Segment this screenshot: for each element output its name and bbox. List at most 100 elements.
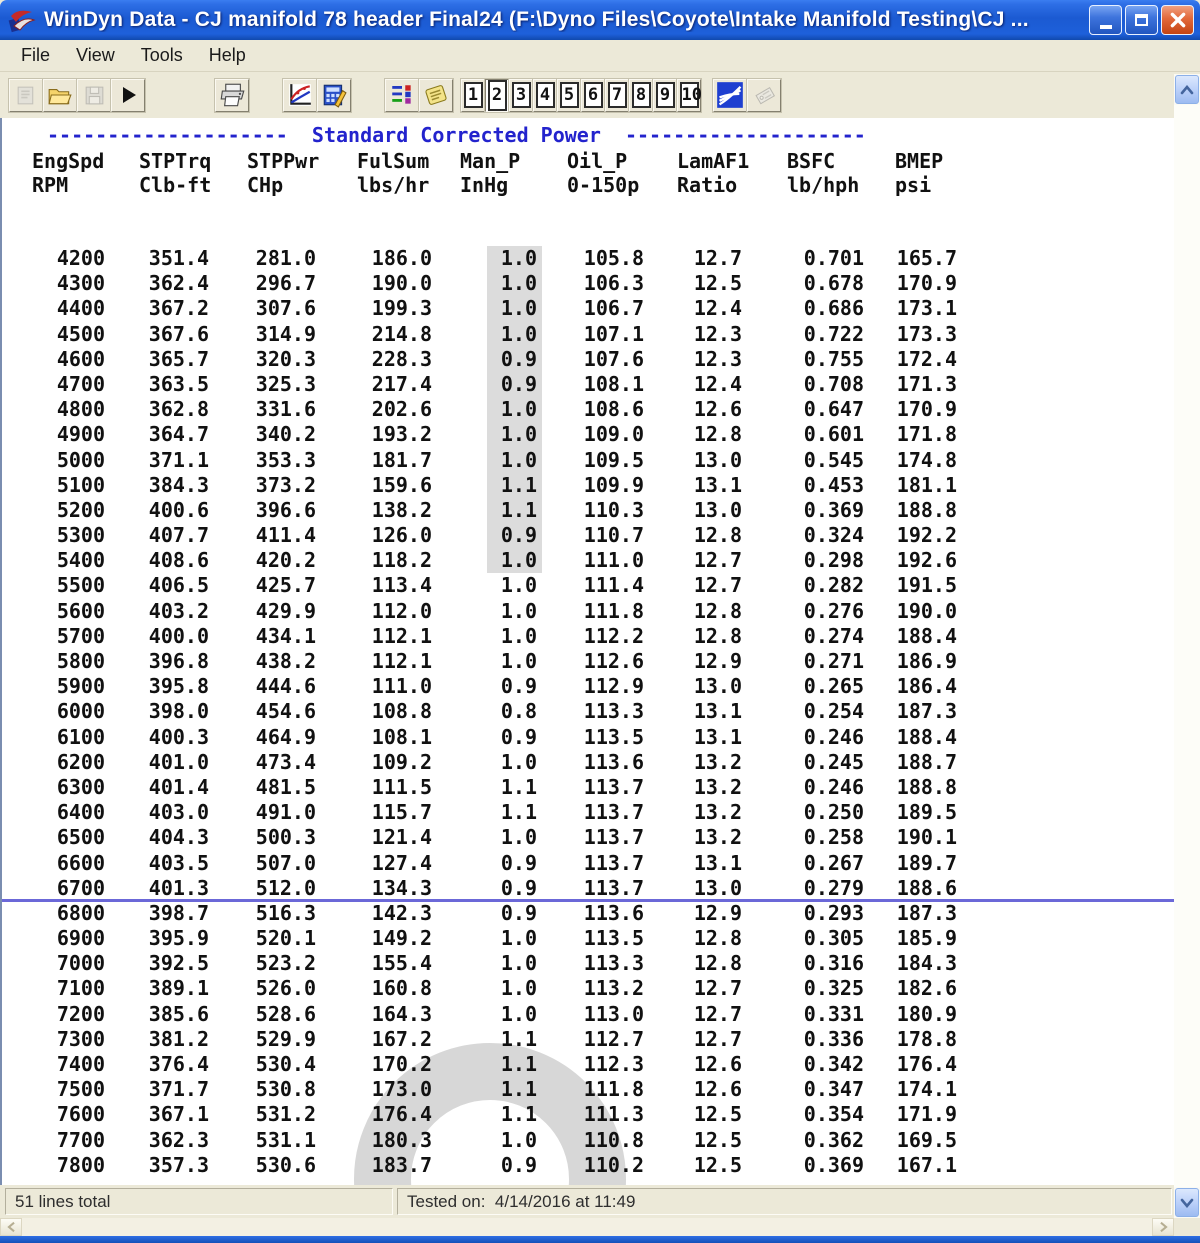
table-cell: 12.7 [693, 246, 742, 270]
table-row: 6000 398.0 454.6 108.8 0.8 113.3 13.1 0.254 187.… [2, 699, 1174, 724]
table-row: 4600 365.7 320.3 228.3 0.9 107.6 12.3 0.755 172.… [2, 346, 1174, 372]
page-button-10[interactable]: 10 [676, 77, 702, 113]
table-cell: 107.1 [583, 321, 644, 346]
table-cell: 167.1 [896, 1152, 957, 1177]
table-cell: 362.4 [148, 271, 209, 296]
table-row: 7400 376.4 530.4 170.2 1.1 112.3 12.6 0.342 176.… [2, 1052, 1174, 1077]
table-cell: 5100 [56, 472, 105, 497]
scroll-right-button[interactable] [1152, 1218, 1174, 1236]
table-row: 7100 389.1 526.0 160.8 1.0 113.2 12.7 0.325 182.… [2, 976, 1174, 1001]
table-cell: 0.545 [803, 447, 864, 472]
page-button-9[interactable]: 9 [652, 77, 678, 113]
table-cell: 13.0 [693, 497, 742, 522]
page-button-3[interactable]: 3 [508, 77, 534, 113]
page-button-8[interactable]: 8 [628, 77, 654, 113]
table-cell: 400.6 [148, 497, 209, 522]
manp-highlight-cell: 1.0 [486, 246, 542, 272]
window-title: WinDyn Data - CJ manifold 78 header Fina… [44, 8, 1029, 31]
page-button-5[interactable]: 5 [556, 77, 582, 113]
print-button[interactable] [214, 77, 250, 113]
table-cell: 113.7 [583, 850, 644, 875]
table-cell: 121.4 [371, 825, 432, 850]
table-row: 7500 371.7 530.8 173.0 1.1 111.8 12.6 0.347 174.… [2, 1077, 1174, 1102]
table-cell: 186.4 [896, 674, 957, 699]
scroll-down-button[interactable] [1175, 1188, 1199, 1217]
table-row: 4800 362.8 331.6 202.6 1.0 108.6 12.6 0.647 170.… [2, 397, 1174, 423]
report-area: -------------------- Standard Corrected … [0, 118, 1174, 1185]
page-button-2[interactable]: 2 [484, 77, 510, 113]
table-cell: 395.9 [148, 926, 209, 951]
table-cell: 5000 [56, 447, 105, 472]
horizontal-scroll-track[interactable] [22, 1218, 1152, 1236]
table-cell: 142.3 [371, 900, 432, 925]
page-number: 8 [631, 82, 651, 108]
table-cell: 5700 [56, 623, 105, 648]
table-row: 7700 362.3 531.1 180.3 1.0 110.8 12.5 0.362 169.… [2, 1128, 1174, 1153]
save-file-button[interactable] [76, 77, 112, 113]
tag-button[interactable] [746, 77, 782, 113]
table-cell: 112.9 [583, 674, 644, 699]
table-cell: 0.678 [803, 271, 864, 296]
scroll-up-button[interactable] [1175, 75, 1199, 104]
table-cell: 512.0 [255, 875, 316, 900]
page-button-6[interactable]: 6 [580, 77, 606, 113]
window-controls [1089, 5, 1194, 35]
table-cell: 1.0 [460, 397, 567, 423]
table-row: 5700 400.0 434.1 112.1 1.0 112.2 12.8 0.274 188.… [2, 624, 1174, 649]
horizontal-scrollbar[interactable] [0, 1218, 1200, 1236]
table-cell: 0.9 [460, 371, 567, 398]
open-folder-icon [48, 89, 72, 105]
edit-data-button[interactable] [316, 77, 352, 113]
minimize-button[interactable] [1089, 5, 1122, 35]
scroll-left-button[interactable] [0, 1218, 22, 1236]
table-cell: 367.1 [148, 1102, 209, 1127]
page-number: 1 [463, 82, 483, 108]
menu-item-view[interactable]: View [63, 42, 128, 69]
table-row: 7000 392.5 523.2 155.4 1.0 113.3 12.8 0.316 184.… [2, 951, 1174, 976]
graph-setup-button[interactable] [282, 77, 318, 113]
table-cell: 1.0 [500, 573, 537, 598]
page-button-7[interactable]: 7 [604, 77, 630, 113]
close-button[interactable] [1161, 5, 1194, 35]
graph-view-button[interactable] [712, 77, 748, 113]
table-cell: 111.3 [583, 1102, 644, 1127]
column-unit: psi [895, 173, 932, 197]
maximize-button[interactable] [1125, 5, 1158, 35]
notes-button[interactable] [418, 77, 454, 113]
table-cell: 0.245 [803, 749, 864, 774]
chevron-left-icon [6, 1221, 15, 1233]
open-file-button[interactable] [42, 77, 78, 113]
table-cell: 4300 [56, 271, 105, 296]
table-cell: 12.7 [693, 1026, 742, 1051]
table-cell: 187.3 [896, 900, 957, 925]
table-cell: 0.276 [803, 598, 864, 623]
chevron-right-icon [1159, 1221, 1168, 1233]
data-rows: 4200 351.4 281.0 186.0 1.0 105.8 12.7 0.701 165.… [2, 246, 1174, 1178]
config-list-button[interactable] [384, 77, 420, 113]
table-cell: 526.0 [255, 976, 316, 1001]
menu-item-tools[interactable]: Tools [128, 42, 196, 69]
table-cell: 134.3 [371, 875, 432, 900]
run-button[interactable] [110, 77, 146, 113]
table-cell: 191.5 [896, 573, 957, 598]
manp-highlight-cell: 0.9 [486, 523, 542, 549]
page-button-4[interactable]: 4 [532, 77, 558, 113]
table-cell: 12.8 [693, 523, 742, 548]
vertical-scrollbar[interactable] [1174, 74, 1200, 1218]
page-button-1[interactable]: 1 [460, 77, 486, 113]
manp-highlight-cell: 1.0 [486, 397, 542, 423]
vertical-scroll-track[interactable] [1174, 105, 1200, 1187]
table-cell: 12.8 [693, 422, 742, 447]
table-cell: 112.1 [371, 649, 432, 673]
table-cell: 376.4 [148, 1052, 209, 1076]
notepad-icon [425, 85, 447, 105]
table-cell: 13.0 [693, 875, 742, 900]
table-cell: 438.2 [255, 649, 316, 673]
menu-item-file[interactable]: File [8, 42, 63, 69]
table-cell: 411.4 [255, 523, 316, 548]
new-config-button[interactable] [8, 77, 44, 113]
table-cell: 0.354 [803, 1102, 864, 1127]
table-cell: 5300 [56, 523, 105, 548]
table-cell: 1.1 [460, 497, 567, 524]
menu-item-help[interactable]: Help [196, 42, 259, 69]
